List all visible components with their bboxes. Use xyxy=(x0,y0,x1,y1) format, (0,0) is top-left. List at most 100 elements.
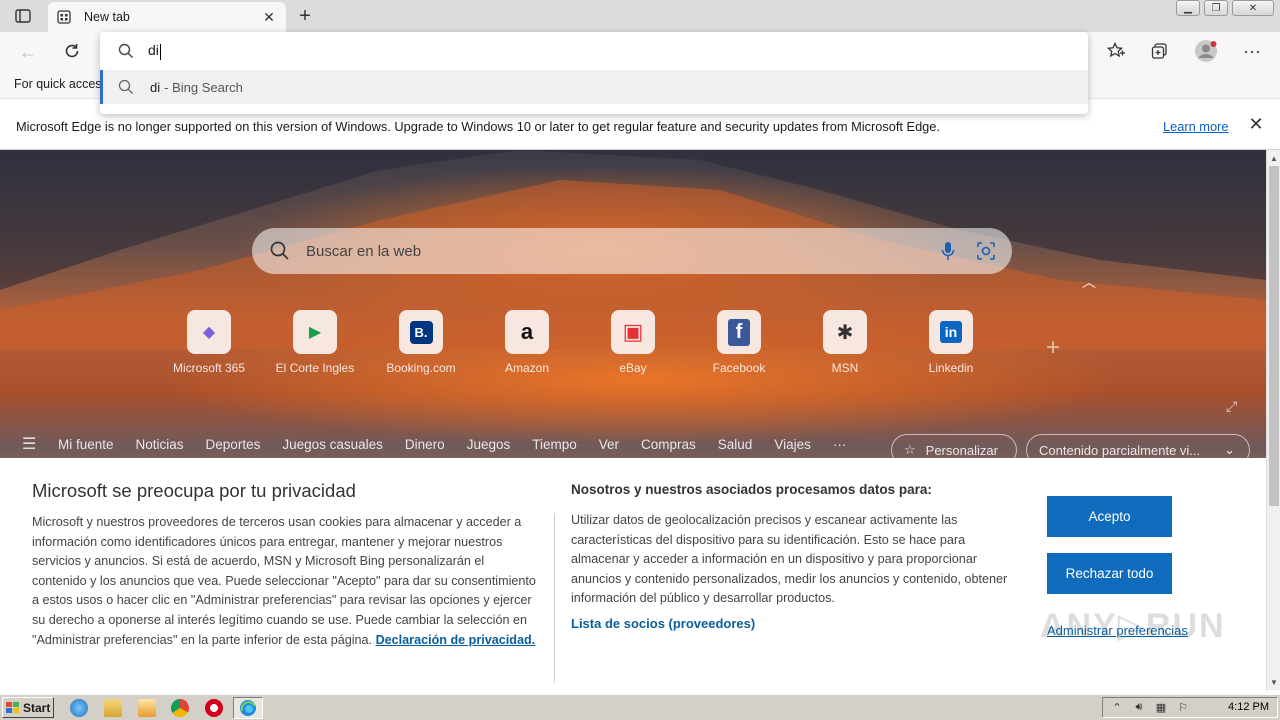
web-search-placeholder: Buscar en la web xyxy=(306,242,422,260)
quicklink-linkedin[interactable]: in Linkedin xyxy=(898,310,1004,375)
windows-flag-icon xyxy=(6,701,19,713)
media-player-icon[interactable] xyxy=(138,699,156,717)
settings-more-icon[interactable]: ··· xyxy=(1238,37,1266,65)
expand-arrows-icon[interactable]: ⤢ xyxy=(1226,398,1242,414)
feed-more-icon[interactable]: ··· xyxy=(833,437,847,452)
msn-icon: ✱ xyxy=(836,321,854,344)
tab-actions-icon xyxy=(15,9,31,23)
privacy-title: Microsoft se preocupa por tu privacidad xyxy=(32,480,356,501)
partners-list-link[interactable]: Lista de socios (proveedores) xyxy=(571,616,755,631)
feed-navigation: ☰ Mi fuente Noticias Deportes Juegos cas… xyxy=(0,426,1266,466)
tab-title: New tab xyxy=(84,10,130,24)
back-arrow-icon[interactable]: ← xyxy=(14,38,42,66)
microsoft-365-icon: ◆ xyxy=(202,324,216,341)
start-button[interactable]: Start xyxy=(2,697,54,718)
start-label: Start xyxy=(23,700,51,715)
hamburger-menu-icon[interactable]: ☰ xyxy=(22,434,40,454)
learn-more-link[interactable]: Learn more xyxy=(1163,119,1228,134)
suggestion-bing-search[interactable]: di - Bing Search xyxy=(100,70,1088,104)
quicklink-label: Facebook xyxy=(712,361,766,375)
manage-preferences-link[interactable]: Administrar preferencias xyxy=(1047,623,1188,638)
collections-icon[interactable] xyxy=(1146,37,1174,65)
web-search-box[interactable]: Buscar en la web xyxy=(252,228,1012,274)
visual-search-icon[interactable] xyxy=(974,239,998,263)
privacy-left-body: Microsoft y nuestros proveedores de terc… xyxy=(32,513,540,650)
volume-icon[interactable]: 🔊︎ xyxy=(1131,701,1147,715)
scrollbar-thumb[interactable] xyxy=(1269,166,1279,506)
reject-all-button[interactable]: Rechazar todo xyxy=(1047,553,1172,594)
scroll-up-arrow-icon[interactable]: ▲ xyxy=(1267,152,1280,166)
tray-expand-icon[interactable]: ⌃ xyxy=(1109,701,1125,715)
feed-tab-dinero[interactable]: Dinero xyxy=(405,437,445,452)
feed-tab-viajes[interactable]: Viajes xyxy=(774,437,811,452)
feed-tab-juegos-casuales[interactable]: Juegos casuales xyxy=(282,437,383,452)
restore-icon[interactable]: ❐ xyxy=(1204,0,1228,16)
infobar-close-icon[interactable]: ✕ xyxy=(1247,115,1265,133)
network-icon[interactable]: ▦ xyxy=(1153,701,1169,715)
folder-icon[interactable] xyxy=(104,699,122,717)
minimize-icon[interactable]: ▁ xyxy=(1176,0,1200,16)
quicklink-label: eBay xyxy=(619,361,647,375)
security-flag-icon[interactable]: ⚐ xyxy=(1175,701,1191,715)
window-controls: ▁ ❐ ✕ xyxy=(1176,0,1274,16)
microphone-icon[interactable] xyxy=(936,239,960,263)
search-icon xyxy=(118,43,133,58)
linkedin-icon: in xyxy=(939,321,963,343)
quicklink-label: El Corte Ingles xyxy=(275,361,355,375)
text-caret xyxy=(159,43,161,60)
refresh-icon[interactable] xyxy=(58,37,86,65)
new-tab-plus-icon[interactable]: + xyxy=(294,5,316,27)
accept-button[interactable]: Acepto xyxy=(1047,496,1172,537)
quicklink-label: Microsoft 365 xyxy=(172,361,246,375)
suggestion-search-icon xyxy=(118,79,133,94)
feed-tab-ver[interactable]: Ver xyxy=(599,437,619,452)
play-store-icon: ▶ xyxy=(308,324,322,341)
quicklink-facebook[interactable]: f Facebook xyxy=(686,310,792,375)
feed-tab-compras[interactable]: Compras xyxy=(641,437,696,452)
opera-icon[interactable] xyxy=(205,699,223,717)
amazon-icon: a xyxy=(520,319,534,344)
quicklink-label: MSN xyxy=(831,361,859,375)
tab-strip: New tab ✕ + ▁ ❐ ✕ xyxy=(0,0,1280,32)
feed-tab-noticias[interactable]: Noticias xyxy=(136,437,184,452)
feed-tab-juegos[interactable]: Juegos xyxy=(467,437,511,452)
address-bar-dropdown: di di - Bing Search xyxy=(100,32,1088,114)
quicklink-label: Amazon xyxy=(504,361,550,375)
quicklink-label: Linkedin xyxy=(928,361,974,375)
quicklink-el-corte-ingles[interactable]: ▶ El Corte Ingles xyxy=(262,310,368,375)
quicklink-microsoft-365[interactable]: ◆ Microsoft 365 xyxy=(156,310,262,375)
ebay-bag-icon: ▣ xyxy=(622,319,644,344)
feed-tab-deportes[interactable]: Deportes xyxy=(206,437,261,452)
privacy-statement-link[interactable]: Declaración de privacidad. xyxy=(376,633,536,647)
suggestion-suffix: - Bing Search xyxy=(164,79,243,95)
quicklink-booking[interactable]: B. Booking.com xyxy=(368,310,474,375)
chevron-down-icon: ⌄ xyxy=(1224,442,1235,457)
feed-tab-salud[interactable]: Salud xyxy=(718,437,753,452)
quicklink-msn[interactable]: ✱ MSN xyxy=(792,310,898,375)
quicklink-ebay[interactable]: ▣ eBay xyxy=(580,310,686,375)
chevron-up-icon[interactable]: ︿ xyxy=(1082,272,1098,290)
taskbar-clock: 4:12 PM xyxy=(1228,701,1269,713)
add-quicklink-plus-icon[interactable]: + xyxy=(1046,334,1060,362)
quicklink-amazon[interactable]: a Amazon xyxy=(474,310,580,375)
internet-explorer-icon[interactable] xyxy=(70,699,88,717)
personalize-label: Personalizar xyxy=(925,442,998,458)
address-value: di xyxy=(148,42,159,59)
chrome-icon[interactable] xyxy=(171,699,189,717)
window-close-icon[interactable]: ✕ xyxy=(1232,0,1274,16)
quicklink-label: Booking.com xyxy=(386,361,456,375)
address-input[interactable]: di xyxy=(100,32,1088,70)
edge-taskbar-icon[interactable] xyxy=(233,697,263,719)
feed-tab-tiempo[interactable]: Tiempo xyxy=(532,437,577,452)
tab-actions-button[interactable] xyxy=(12,6,34,26)
page-scrollbar[interactable]: ▲ ▼ xyxy=(1266,150,1280,690)
feed-tab-mi-fuente[interactable]: Mi fuente xyxy=(58,437,114,452)
scroll-down-arrow-icon[interactable]: ▼ xyxy=(1267,676,1280,690)
facebook-icon: f xyxy=(727,318,751,346)
profile-avatar-icon[interactable] xyxy=(1192,37,1220,65)
favorites-star-icon[interactable] xyxy=(1102,37,1130,65)
windows-taskbar: Start ⌃ 🔊︎ ▦ ⚐ 4:12 PM xyxy=(0,694,1280,720)
web-search-icon xyxy=(270,241,289,260)
tab-new-tab[interactable]: New tab ✕ xyxy=(48,2,286,32)
tab-close-icon[interactable]: ✕ xyxy=(260,8,278,26)
